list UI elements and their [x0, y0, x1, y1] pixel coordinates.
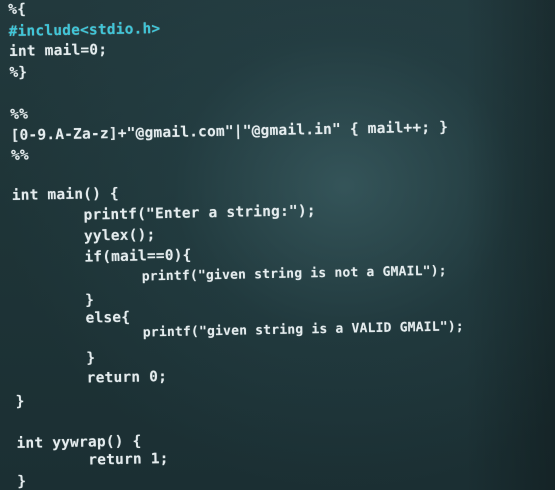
code-line-3: int mail=0; [8, 42, 108, 60]
code-line-7: %% [10, 147, 30, 164]
code-line-2: #include<stdio.h> [8, 21, 161, 40]
code-line-10: yylex(); [12, 227, 156, 246]
code-line-21: } [17, 473, 27, 490]
code-line-8: int main() { [11, 185, 120, 204]
code-line-17: return 0; [15, 369, 168, 388]
code-line-1: %{ [8, 1, 27, 18]
screen-glare [465, 0, 555, 490]
code-line-20: return 1; [16, 451, 169, 470]
code-line-6: [0-9.A-Za-z]+"@gmail.com"|"@gmail.in" { … [10, 119, 449, 144]
code-line-5: %% [10, 106, 29, 123]
code-line-16: } [14, 350, 96, 368]
code-line-11: if(mail==0){ [12, 247, 192, 267]
code-line-18: } [15, 393, 25, 410]
terminal-screen: %{ #include<stdio.h> int mail=0; %} %% [… [0, 0, 555, 490]
code-line-4: %} [9, 64, 28, 81]
